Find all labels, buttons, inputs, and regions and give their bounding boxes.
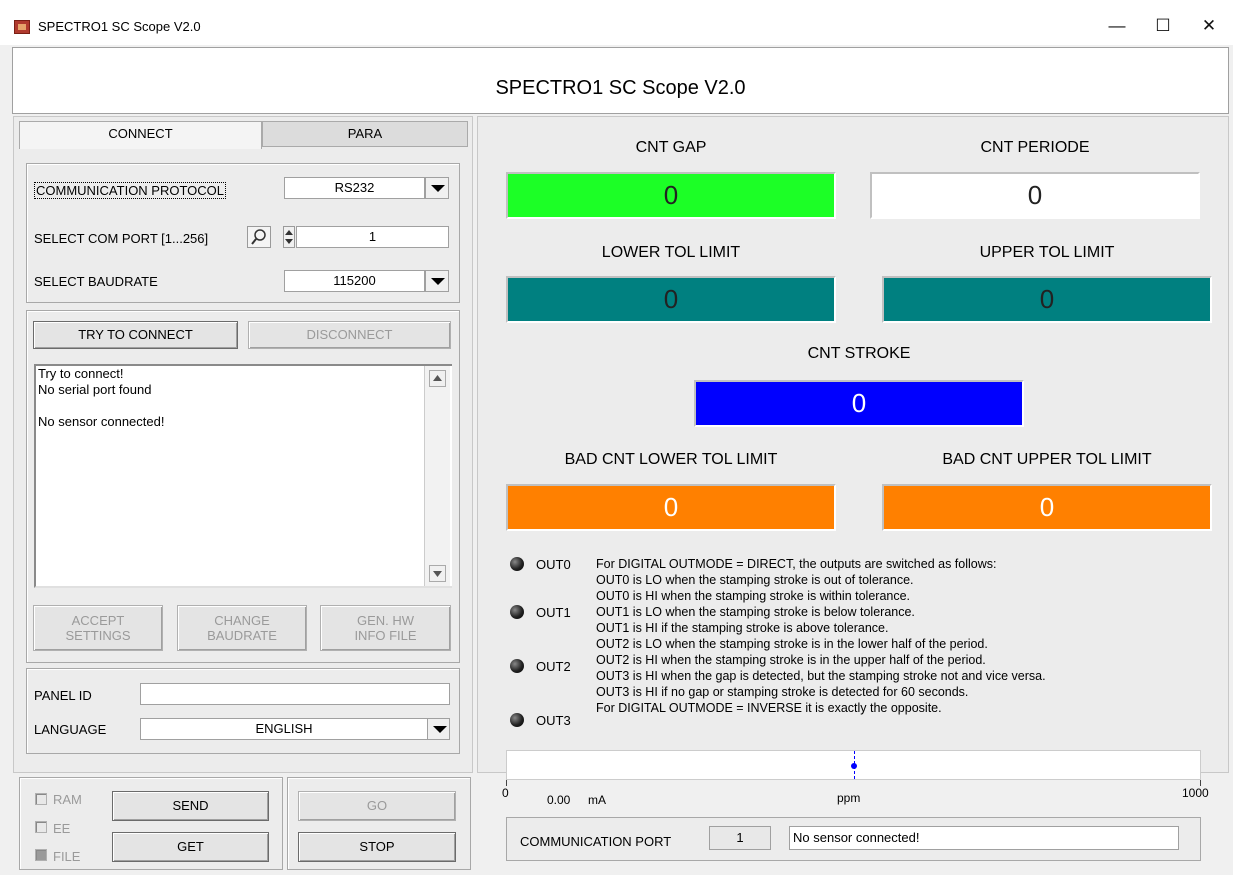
- chevron-down-icon[interactable]: [425, 177, 449, 199]
- out0-led: [510, 557, 524, 571]
- stop-button[interactable]: STOP: [298, 832, 456, 862]
- description-line: OUT0 is HI when the stamping stroke is w…: [596, 589, 911, 603]
- scale-max-label: 1000: [1182, 786, 1209, 800]
- close-button[interactable]: ✕: [1194, 14, 1224, 38]
- log-scrollbar[interactable]: [424, 366, 450, 586]
- app-icon: [14, 20, 30, 34]
- accept-settings-line2: SETTINGS: [65, 628, 131, 643]
- scroll-up-icon[interactable]: [429, 370, 446, 387]
- cnt-stroke-label: CNT STROKE: [807, 345, 911, 362]
- description-line: OUT1 is LO when the stamping stroke is b…: [596, 605, 915, 619]
- tab-para[interactable]: PARA: [262, 121, 468, 147]
- scale-value: 0.00: [547, 793, 571, 807]
- comm-port-value: 1: [709, 826, 771, 850]
- comm-status-field: No sensor connected!: [789, 826, 1179, 850]
- out2-led: [510, 659, 524, 673]
- panel-id-label: PANEL ID: [34, 688, 92, 703]
- cnt-gap-display: 0: [506, 172, 836, 219]
- scale-bar: [506, 750, 1201, 780]
- description-line: OUT0 is LO when the stamping stroke is o…: [596, 573, 914, 587]
- log-line: Try to connect!: [38, 366, 124, 381]
- file-label: FILE: [53, 849, 81, 864]
- out3-led: [510, 713, 524, 727]
- comport-input[interactable]: 1: [296, 226, 449, 248]
- description-line: For DIGITAL OUTMODE = INVERSE it is exac…: [596, 701, 942, 715]
- comm-port-label: COMMUNICATION PORT: [520, 834, 672, 849]
- bad-upper-label: BAD CNT UPPER TOL LIMIT: [942, 451, 1152, 468]
- upper-tol-label: UPPER TOL LIMIT: [979, 244, 1115, 261]
- app-title: SPECTRO1 SC Scope V2.0: [495, 77, 746, 99]
- change-baudrate-line2: BAUDRATE: [207, 628, 277, 643]
- change-baudrate-button[interactable]: CHANGE BAUDRATE: [177, 605, 307, 651]
- upper-tol-display: 0: [882, 276, 1212, 323]
- log-line: No sensor connected!: [38, 414, 165, 429]
- description-line: OUT3 is HI when the gap is detected, but…: [596, 669, 1046, 683]
- gen-hw-info-button[interactable]: GEN. HW INFO FILE: [320, 605, 451, 651]
- go-button[interactable]: GO: [298, 791, 456, 821]
- ee-label: EE: [53, 821, 71, 836]
- description-line: OUT2 is HI when the stamping stroke is i…: [596, 653, 986, 667]
- file-checkbox[interactable]: [35, 849, 47, 861]
- language-select[interactable]: ENGLISH: [140, 718, 428, 740]
- scale-unit-label: ppm: [837, 791, 861, 805]
- disconnect-button[interactable]: DISCONNECT: [248, 321, 451, 349]
- scale-min-label: 0: [502, 786, 509, 800]
- chevron-down-icon[interactable]: [427, 718, 450, 740]
- window-titlebar: SPECTRO1 SC Scope V2.0 — ☐ ✕: [0, 0, 1233, 45]
- comport-label: SELECT COM PORT [1...256]: [34, 231, 209, 246]
- baudrate-select[interactable]: 115200: [284, 270, 425, 292]
- accept-settings-button[interactable]: ACCEPT SETTINGS: [33, 605, 163, 651]
- ee-checkbox[interactable]: [35, 821, 47, 833]
- bad-lower-display: 0: [506, 484, 836, 531]
- minimize-button[interactable]: —: [1102, 14, 1132, 38]
- scale-value-unit: mA: [588, 793, 606, 807]
- window-title: SPECTRO1 SC Scope V2.0: [38, 19, 201, 34]
- bad-lower-label: BAD CNT LOWER TOL LIMIT: [564, 451, 778, 468]
- out1-label: OUT1: [536, 605, 571, 620]
- cnt-stroke-display: 0: [694, 380, 1024, 427]
- language-label: LANGUAGE: [34, 722, 107, 737]
- app-header: SPECTRO1 SC Scope V2.0: [12, 47, 1229, 114]
- comm-port-group: COMMUNICATION PORT 1 No sensor connected…: [506, 817, 1201, 861]
- out2-label: OUT2: [536, 659, 571, 674]
- cnt-periode-label: CNT PERIODE: [980, 139, 1090, 156]
- out1-led: [510, 605, 524, 619]
- description-line: OUT1 is HI if the stamping stroke is abo…: [596, 621, 889, 635]
- panel-id-input[interactable]: [140, 683, 450, 705]
- tab-connect[interactable]: CONNECT: [19, 121, 262, 149]
- change-baudrate-line1: CHANGE: [214, 613, 270, 628]
- send-button[interactable]: SEND: [112, 791, 269, 821]
- bad-upper-display: 0: [882, 484, 1212, 531]
- maximize-button[interactable]: ☐: [1148, 14, 1178, 38]
- gen-hw-line2: INFO FILE: [354, 628, 417, 643]
- lower-tol-label: LOWER TOL LIMIT: [601, 244, 741, 261]
- log-textarea[interactable]: Try to connect! No serial port found No …: [34, 364, 452, 588]
- chevron-down-icon[interactable]: [425, 270, 449, 292]
- description-line: OUT2 is LO when the stamping stroke is i…: [596, 637, 988, 651]
- accept-settings-line1: ACCEPT: [71, 613, 125, 628]
- out3-label: OUT3: [536, 713, 571, 728]
- protocol-label: COMMUNICATION PROTOCOL: [34, 182, 227, 199]
- scale-marker-dot: [851, 763, 857, 769]
- protocol-select[interactable]: RS232: [284, 177, 425, 199]
- baudrate-label: SELECT BAUDRATE: [34, 274, 158, 289]
- ram-checkbox[interactable]: [35, 793, 47, 805]
- cnt-gap-label: CNT GAP: [635, 139, 707, 156]
- panel-language-group: [26, 668, 460, 754]
- comport-spinner[interactable]: [283, 226, 295, 248]
- description-line: OUT3 is HI if no gap or stamping stroke …: [596, 685, 969, 699]
- ram-label: RAM: [53, 792, 82, 807]
- search-icon[interactable]: [247, 226, 271, 248]
- lower-tol-display: 0: [506, 276, 836, 323]
- scroll-down-icon[interactable]: [429, 565, 446, 582]
- out0-label: OUT0: [536, 557, 571, 572]
- cnt-periode-display: 0: [870, 172, 1200, 219]
- log-line: No serial port found: [38, 382, 152, 397]
- description-line: For DIGITAL OUTMODE = DIRECT, the output…: [596, 557, 997, 571]
- get-button[interactable]: GET: [112, 832, 269, 862]
- try-connect-button[interactable]: TRY TO CONNECT: [33, 321, 238, 349]
- gen-hw-line1: GEN. HW: [356, 613, 415, 628]
